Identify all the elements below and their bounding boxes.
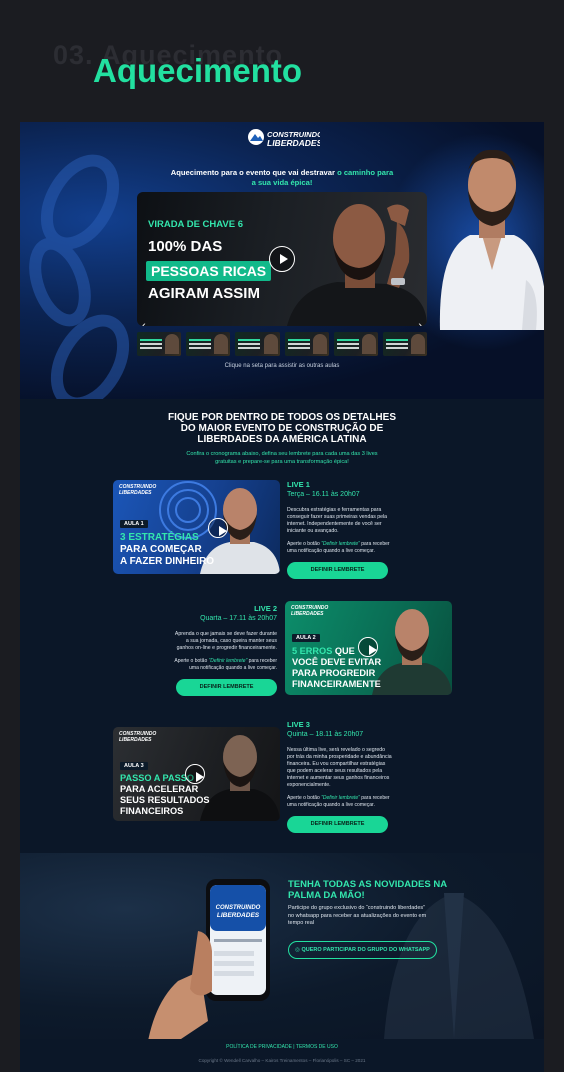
live3-label: LIVE 3 <box>287 720 310 729</box>
video-tag: VIRADA DE CHAVE 6 <box>148 219 244 230</box>
live1-info: LIVE 1 Terça – 16.11 às 20h07 Descubra e… <box>287 480 393 579</box>
live2-reminder-button[interactable]: DEFINIR LEMBRETE <box>176 679 277 696</box>
landing-page-mockup: CONSTRUINDO LIBERDADES Aquecimento para … <box>20 122 544 1072</box>
footer-links: POLÍTICA DE PRIVACIDADE | TERMOS DE USO <box>226 1044 338 1050</box>
chain-icon <box>29 154 130 399</box>
prev-arrow-icon[interactable]: ‹ <box>142 320 146 326</box>
construindo-liberdades-logo: CONSTRUINDO LIBERDADES <box>248 129 320 148</box>
live1-label: LIVE 1 <box>287 480 310 489</box>
live1-banner[interactable]: CONSTRUINDO LIBERDADES AULA 1 3 ESTRATÉGI… <box>113 480 280 574</box>
thumbnail[interactable] <box>333 332 378 356</box>
live1-note: Aperte o botão “Definir lembrete” para r… <box>287 541 390 554</box>
play-button[interactable] <box>358 637 378 657</box>
live1-description: Descubra estratégias e ferramentas para … <box>287 507 388 534</box>
live2-date: Quarta – 17.11 às 20h07 <box>200 615 277 622</box>
footer-copyright: Copyright © Wendell Carvalho – Kairos Tr… <box>198 1058 366 1063</box>
live3-note: Aperte o botão “Definir lembrete” para r… <box>287 795 390 808</box>
banner-logo: CONSTRUINDO LIBERDADES <box>119 731 157 743</box>
whatsapp-group-button[interactable]: ◎ QUERO PARTICIPAR DO GRUPO DO WHATSAPP <box>288 941 437 959</box>
phone-logo-line2: LIBERDADES <box>217 912 260 919</box>
live2-description: Aprenda o que jamais se deve fazer duran… <box>174 631 277 651</box>
video-line3: AGIRAM ASSIM <box>148 285 260 302</box>
hero-sub-text: Aquecimento para o evento que vai destra… <box>170 168 338 177</box>
live3-description: Nessa última live, será revelado o segre… <box>287 747 392 788</box>
live2-note: Aperte o botão “Definir lembrete” para r… <box>174 658 277 671</box>
live3-date: Quinta – 18.11 às 20h07 <box>287 731 364 738</box>
live1-aula-tag: AULA 1 <box>120 520 148 528</box>
phone-logo-line1: CONSTRUINDO <box>216 905 261 911</box>
schedule-heading: FIQUE POR DENTRO DE TODOS OS DETALHES DO… <box>168 412 396 445</box>
thumbnail[interactable] <box>137 332 182 356</box>
live3-presenter-photo <box>200 735 280 821</box>
thumbnail[interactable] <box>382 332 428 356</box>
terms-link[interactable]: TERMOS DE USO <box>296 1044 338 1050</box>
thumbnail[interactable] <box>235 332 280 356</box>
whatsapp-section: CONSTRUINDO LIBERDADES TENHA TODAS AS NO… <box>20 853 544 1039</box>
video-line1: 100% DAS <box>148 238 223 255</box>
thumbnail[interactable] <box>186 332 231 356</box>
live2-aula-tag: AULA 2 <box>292 634 320 642</box>
video-line2: PESSOAS RICAS <box>146 261 272 281</box>
live2-presenter-photo <box>372 609 452 695</box>
live1-date: Terça – 16.11 às 20h07 <box>287 491 360 498</box>
phone-in-hand: CONSTRUINDO LIBERDADES <box>148 879 270 1039</box>
play-button[interactable] <box>269 246 295 272</box>
play-button[interactable] <box>185 764 205 784</box>
live1-reminder-button[interactable]: DEFINIR LEMBRETE <box>287 562 388 579</box>
banner-logo: CONSTRUINDO LIBERDADES <box>291 605 329 617</box>
live2-info: LIVE 2 Quarta – 17.11 às 20h07 Aprenda o… <box>171 604 277 696</box>
whatsapp-title: TENHA TODAS AS NOVIDADES NA PALMA DA MÃO… <box>288 879 447 901</box>
presenter-photo-right <box>439 149 544 330</box>
live3-info: LIVE 3 Quinta – 18.11 às 20h07 Nessa últ… <box>287 720 393 833</box>
next-arrow-icon[interactable]: › <box>418 320 422 326</box>
play-button[interactable] <box>208 518 228 538</box>
video-player[interactable]: VIRADA DE CHAVE 6 100% DAS PESSOAS RICAS… <box>137 192 427 326</box>
thumbnail[interactable] <box>284 332 329 356</box>
live3-reminder-button[interactable]: DEFINIR LEMBRETE <box>287 816 388 833</box>
schedule-subheading: Confira o cronograma abaixo, defina seu … <box>186 451 378 465</box>
live3-banner[interactable]: CONSTRUINDO LIBERDADES AULA 3 PASSO A PAS… <box>113 727 280 821</box>
video-thumbnails <box>137 332 428 356</box>
hero-section: CONSTRUINDO LIBERDADES Aquecimento para … <box>20 122 544 399</box>
page: 03. Aquecimento Aquecimento CONSTRUINDO … <box>0 0 564 1072</box>
thumbnails-caption: Clique na seta para assistir as outras a… <box>224 363 340 369</box>
banner-logo: CONSTRUINDO LIBERDADES <box>119 484 157 496</box>
live2-label: LIVE 2 <box>254 604 277 613</box>
whatsapp-description: Participe do grupo exclusivo do “constru… <box>288 905 427 926</box>
live2-banner[interactable]: CONSTRUINDO LIBERDADES AULA 2 5 ERROS QUE… <box>285 601 452 695</box>
logo-line2: LIBERDADES <box>267 138 320 148</box>
live3-aula-tag: AULA 3 <box>120 762 148 770</box>
video-presenter-photo <box>287 204 427 326</box>
hero-subtitle: Aquecimento para o evento que vai destra… <box>170 168 394 188</box>
live1-title: 3 ESTRATÉGIAS PARA COMEÇAR A FAZER DINHEIR… <box>120 532 215 567</box>
privacy-policy-link[interactable]: POLÍTICA DE PRIVACIDADE <box>226 1044 292 1050</box>
section-title: Aquecimento <box>93 52 303 89</box>
